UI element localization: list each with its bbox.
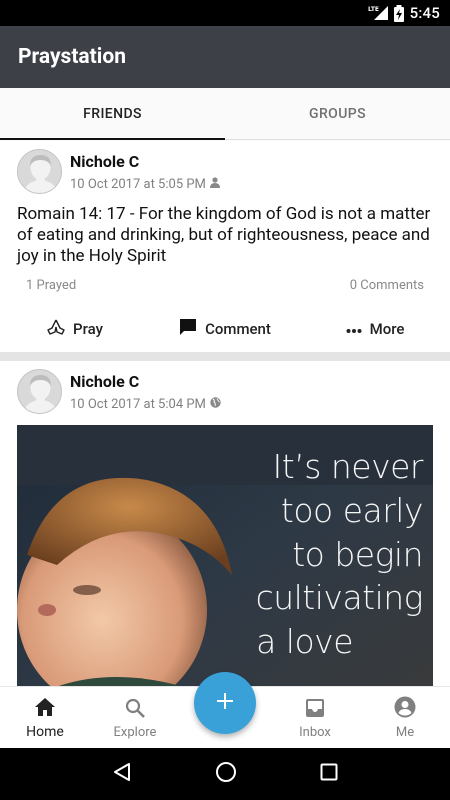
search-icon [125,698,145,722]
home-icon [34,697,56,721]
nav-home-label: Home [26,724,64,740]
prayed-count[interactable]: 1 Prayed [26,278,76,306]
person-icon [209,177,220,192]
quote-line: cultivating [255,578,424,617]
post-card: Nichole C 10 Oct 2017 at 5:04 PM It’s ne… [0,361,450,686]
avatar-placeholder-icon [18,150,61,193]
svg-text:LTE: LTE [368,6,379,13]
quote-line: too early [280,491,424,530]
back-icon[interactable] [112,762,132,786]
tab-bar: FRIENDS GROUPS [0,88,450,140]
post-text: Romain 14: 17 - For the kingdom of God i… [17,204,431,266]
quote-line: It’s never [272,447,424,486]
post-card: Nichole C 10 Oct 2017 at 5:05 PM Romain … [0,141,450,352]
post-actions: Pray Comment More [0,306,450,352]
nav-inbox[interactable]: Inbox [270,687,360,748]
comment-button[interactable]: Comment [150,318,300,340]
app-bar: Praystation [0,26,450,88]
app-title: Praystation [18,45,126,69]
more-button[interactable]: More [300,320,450,338]
post-image[interactable]: It’s never too early to begin cultivatin… [17,425,433,686]
feed[interactable]: Nichole C 10 Oct 2017 at 5:05 PM Romain … [0,141,450,686]
home-circle-icon[interactable] [215,761,237,787]
lte-signal-icon: LTE [368,5,388,21]
recents-icon[interactable] [320,763,338,785]
author-name[interactable]: Nichole C [70,152,220,171]
nav-inbox-label: Inbox [299,725,331,740]
nav-me-label: Me [395,725,415,740]
account-circle-icon [394,696,416,722]
comment-label: Comment [205,320,271,338]
globe-icon [210,397,221,412]
post-header: Nichole C 10 Oct 2017 at 5:04 PM [0,361,450,421]
nav-me[interactable]: Me [360,687,450,748]
post-header: Nichole C 10 Oct 2017 at 5:05 PM [0,141,450,201]
system-nav-bar [0,748,450,800]
nav-explore[interactable]: Explore [90,687,180,748]
post-counts: 1 Prayed 0 Comments [0,269,450,306]
more-dots-icon [346,320,362,338]
author-block: Nichole C 10 Oct 2017 at 5:04 PM [70,369,221,412]
post-timestamp: 10 Oct 2017 at 5:05 PM [70,177,206,192]
post-meta: 10 Oct 2017 at 5:05 PM [70,177,220,192]
status-bar: LTE 5:45 [0,0,450,26]
avatar[interactable] [17,369,62,414]
quote-line: a love [256,622,353,661]
inbox-icon [305,698,325,722]
praying-hands-icon [47,318,65,340]
pray-button[interactable]: Pray [0,318,150,340]
nav-explore-label: Explore [113,725,157,740]
post-divider [0,352,450,361]
avatar[interactable] [17,149,62,194]
comments-count[interactable]: 0 Comments [350,278,424,306]
nav-home[interactable]: Home [0,687,90,748]
comment-icon [179,318,197,340]
author-block: Nichole C 10 Oct 2017 at 5:05 PM [70,149,220,192]
author-name[interactable]: Nichole C [70,372,221,391]
more-label: More [369,320,405,338]
battery-charging-icon [393,4,404,22]
quote-line: to begin [292,535,423,574]
post-timestamp: 10 Oct 2017 at 5:04 PM [70,397,206,412]
add-post-fab[interactable] [194,672,256,734]
clock: 5:45 [409,4,440,22]
plus-icon [216,692,234,714]
avatar-placeholder-icon [18,370,61,413]
tab-groups[interactable]: GROUPS [225,88,450,139]
tab-friends[interactable]: FRIENDS [0,88,225,140]
pray-label: Pray [73,320,103,338]
post-meta: 10 Oct 2017 at 5:04 PM [70,397,221,412]
